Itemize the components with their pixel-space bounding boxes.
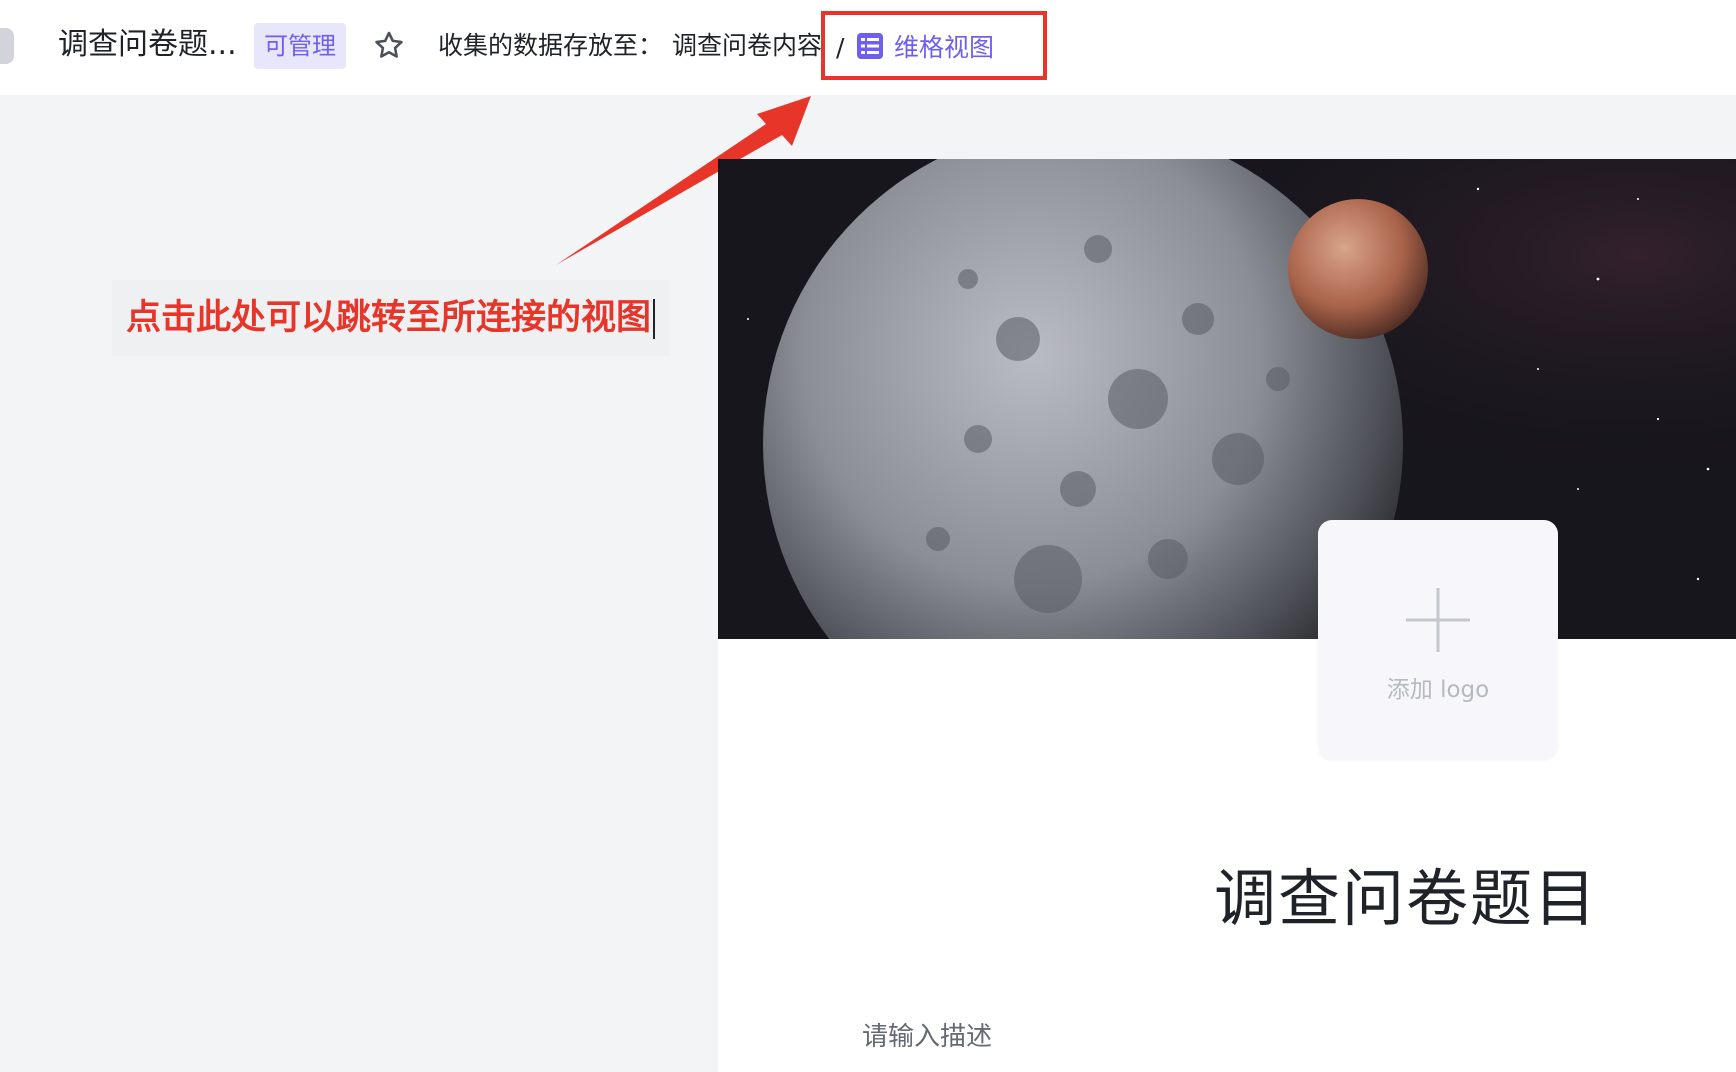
survey-description-input[interactable]: 请输入描述 — [862, 1017, 992, 1057]
star-icon[interactable] — [372, 29, 406, 63]
annotation-highlight-box — [821, 11, 1047, 80]
form-preview-panel: 添加 logo 调查问卷题目 请输入描述 — [718, 159, 1736, 1072]
add-logo-label: 添加 logo — [1386, 677, 1490, 703]
annotation-text: 点击此处可以跳转至所连接的视图 — [126, 298, 652, 338]
add-logo-button[interactable]: 添加 logo — [1318, 520, 1558, 760]
sidebar-toggle-handle[interactable] — [0, 28, 14, 64]
cover-image[interactable] — [718, 159, 1736, 639]
page: 调查问卷题... 可管理 收集的数据存放至： 调查问卷内容 / 维格视图 点击此… — [0, 0, 1736, 1072]
storage-label: 收集的数据存放至： — [438, 31, 664, 60]
permission-badge[interactable]: 可管理 — [254, 23, 346, 69]
document-title[interactable]: 调查问卷题... — [58, 22, 237, 68]
survey-title[interactable]: 调查问卷题目 — [1214, 859, 1598, 939]
storage-datasheet-link[interactable]: 调查问卷内容 — [672, 26, 828, 66]
plus-icon — [1406, 588, 1470, 652]
top-bar: 调查问卷题... 可管理 收集的数据存放至： 调查问卷内容 / 维格视图 — [0, 0, 1736, 95]
annotation-callout: 点击此处可以跳转至所连接的视图 — [112, 280, 670, 356]
text-caret — [653, 299, 656, 339]
